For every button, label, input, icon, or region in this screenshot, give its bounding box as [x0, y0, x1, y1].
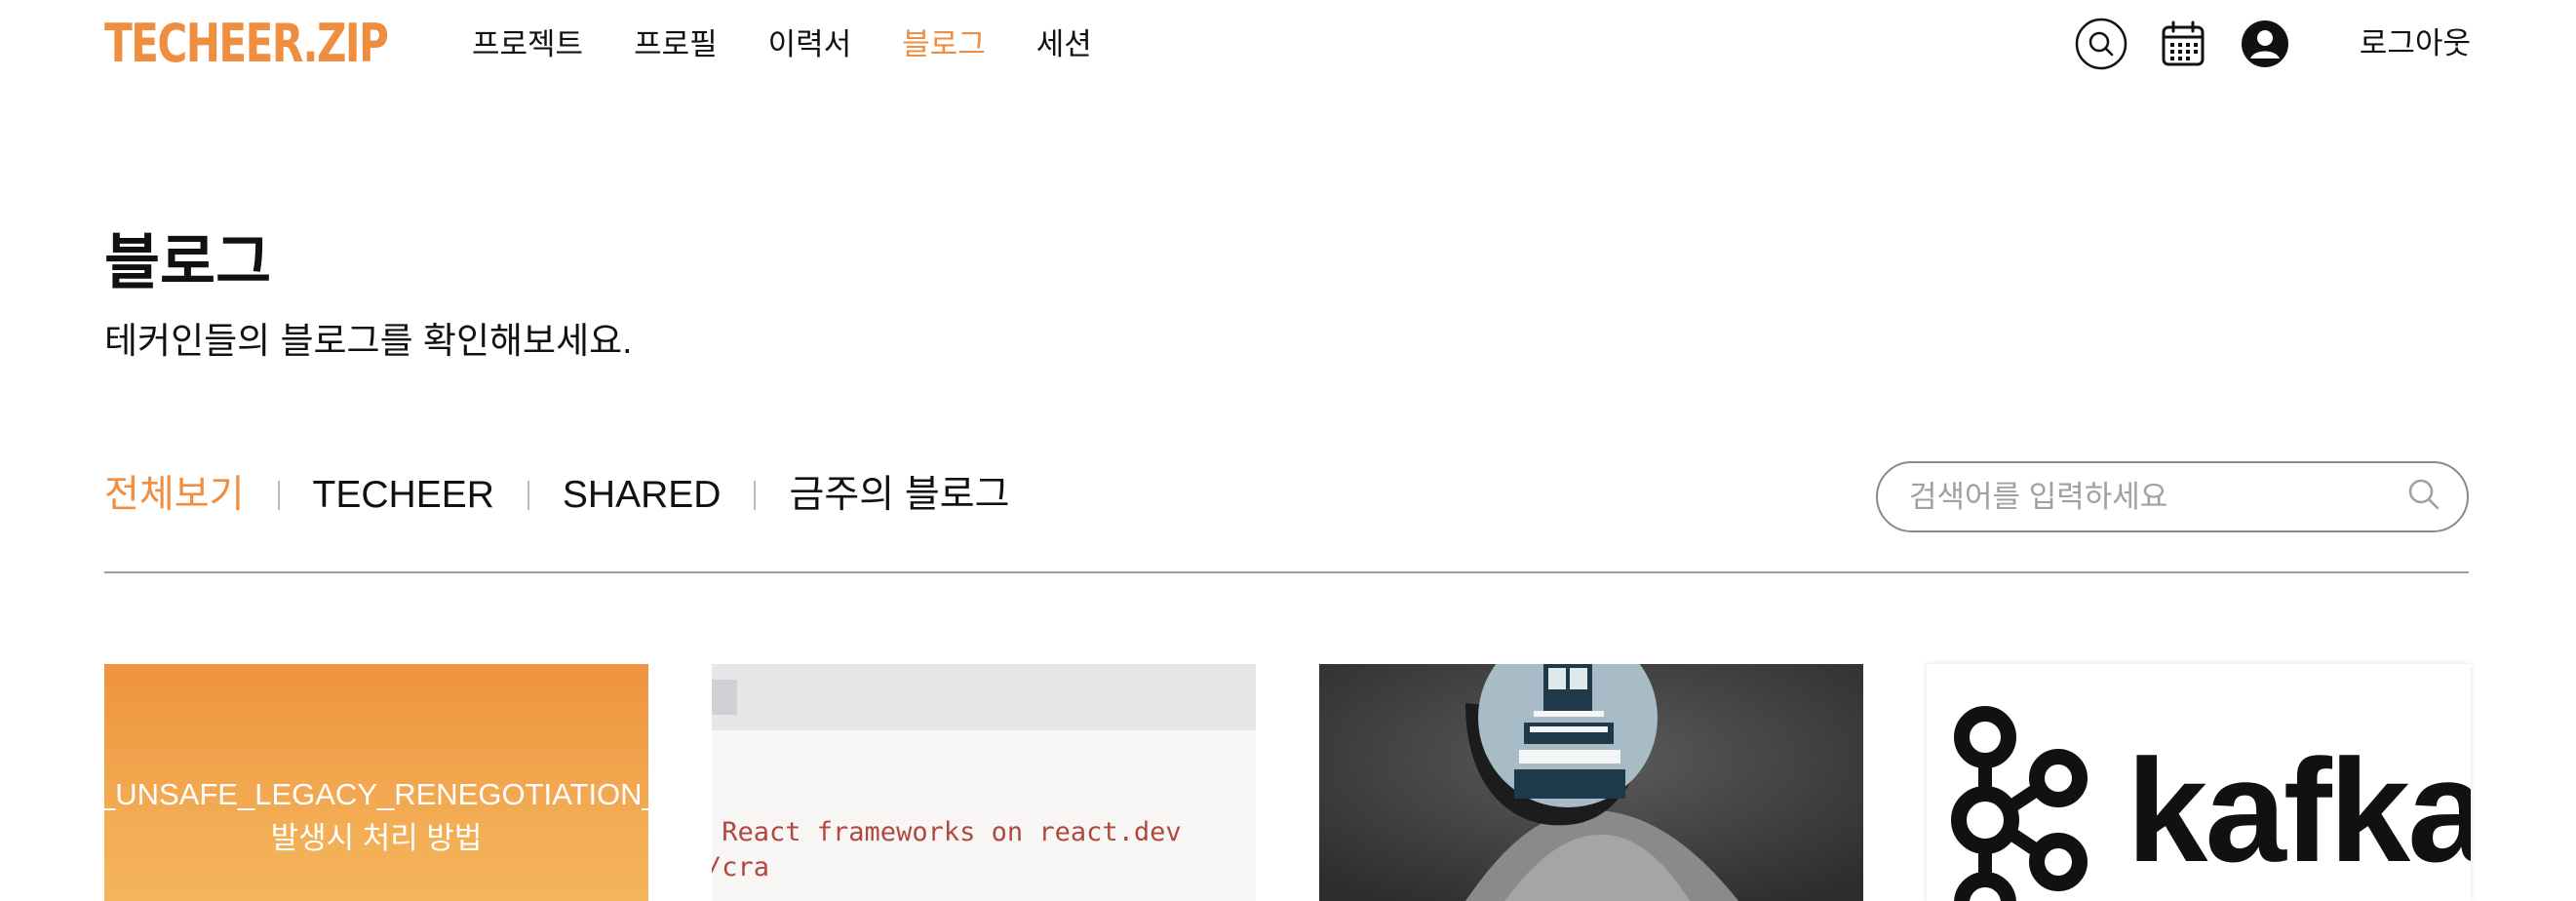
card-thumbnail-text: _UNSAFE_LEGACY_RENEGOTIATION_D [104, 777, 648, 811]
filter-shared[interactable]: SHARED [563, 468, 722, 523]
blog-card[interactable] [1319, 664, 1863, 901]
search-icon[interactable] [2075, 18, 2127, 70]
filter-all[interactable]: 전체보기 [104, 468, 245, 523]
main-nav: 프로젝트 프로필 이력서 블로그 세션 [472, 21, 1092, 68]
nav-item-blog[interactable]: 블로그 [902, 21, 986, 68]
site-logo[interactable]: TECHEER.ZIP [104, 10, 389, 78]
filter-separator [527, 481, 529, 510]
search-icon[interactable] [2406, 477, 2441, 517]
blog-card[interactable]: _UNSAFE_LEGACY_RENEGOTIATION_D 발생시 처리 방법 [104, 664, 648, 901]
card-thumbnail-text: 발생시 처리 방법 [270, 821, 483, 855]
filter-separator [277, 481, 280, 510]
card-thumbnail-text: kafka [2127, 728, 2471, 892]
blog-search-box [1876, 461, 2469, 532]
logout-button[interactable]: 로그아웃 [2360, 18, 2471, 70]
filter-weekly-blog[interactable]: 금주의 블로그 [789, 468, 1009, 523]
nav-item-profile[interactable]: 프로필 [634, 21, 718, 68]
filter-techeer[interactable]: TECHEER [313, 468, 494, 523]
search-input[interactable] [1909, 479, 2406, 515]
user-icon[interactable] [2239, 18, 2291, 70]
nav-item-projects[interactable]: 프로젝트 [472, 21, 583, 68]
code-window-tab [712, 680, 737, 715]
blog-card[interactable]: React frameworks on react.dev /cra [712, 664, 1256, 901]
page-title: 블로그 [104, 229, 272, 296]
code-line: React frameworks on react.dev [712, 817, 1182, 847]
top-header: TECHEER.ZIP 프로젝트 프로필 이력서 블로그 세션 로그아웃 [0, 0, 2576, 90]
card-thumbnail-code: React frameworks on react.dev /cra [712, 815, 1182, 885]
blog-filter-tabs: 전체보기 TECHEER SHARED 금주의 블로그 [104, 468, 1010, 523]
calendar-icon[interactable] [2157, 18, 2209, 70]
nav-item-resume[interactable]: 이력서 [768, 21, 852, 68]
card-thumbnail-photo [1319, 664, 1863, 901]
header-actions: 로그아웃 [2075, 18, 2471, 70]
code-line: /cra [712, 852, 770, 882]
code-window-bar [712, 664, 1256, 730]
blog-card[interactable]: kafka [1927, 664, 2471, 901]
page-subtitle: 테커인들의 블로그를 확인해보세요. [104, 321, 633, 361]
section-divider [104, 571, 2469, 573]
nav-item-session[interactable]: 세션 [1036, 21, 1092, 68]
filter-separator [754, 481, 757, 510]
kafka-logo-icon [1951, 706, 2088, 901]
